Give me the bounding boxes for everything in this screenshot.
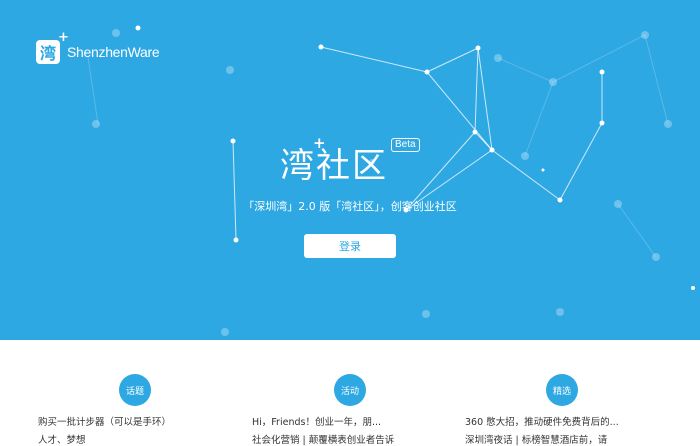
list-item[interactable]: Hi，Friends！创业一年，朋...	[252, 414, 381, 428]
hero-banner: 湾 + ShenzhenWare 湾社区 + Beta 「深圳湾」2.0 版「湾…	[0, 0, 700, 340]
list-item[interactable]: 人才、梦想	[38, 432, 86, 446]
hero-subtitle: 「深圳湾」2.0 版「湾社区」，创客创业社区	[243, 200, 457, 213]
brand-name: ShenzhenWare	[67, 44, 160, 60]
list-item[interactable]: 购买一批计步器（可以是手环）	[38, 414, 171, 428]
beta-badge: Beta	[391, 138, 420, 152]
brand-logo[interactable]: 湾 + ShenzhenWare	[36, 30, 160, 64]
list-item[interactable]: 360 憋大招，推动硬件免费背后的...	[465, 414, 619, 428]
logo-icon: 湾 +	[36, 30, 69, 64]
logo-plus: +	[58, 30, 69, 45]
list-item[interactable]: 社会化营销 | 颠覆横表创业者告诉	[252, 432, 394, 446]
section-events: 活动	[334, 374, 366, 406]
featured-badge[interactable]: 精选	[546, 374, 578, 406]
events-badge[interactable]: 活动	[334, 374, 366, 406]
page-title: 湾社区	[280, 146, 388, 186]
list-item[interactable]: 深圳湾夜话 | 标榜智慧酒店前，请	[465, 432, 607, 446]
topics-badge[interactable]: 话题	[119, 374, 151, 406]
section-featured: 精选	[546, 374, 578, 406]
logo-glyph: 湾	[39, 44, 56, 63]
login-button[interactable]: 登录	[304, 234, 396, 258]
section-topics: 话题	[119, 374, 151, 406]
title-plus-mark: +	[313, 134, 326, 152]
